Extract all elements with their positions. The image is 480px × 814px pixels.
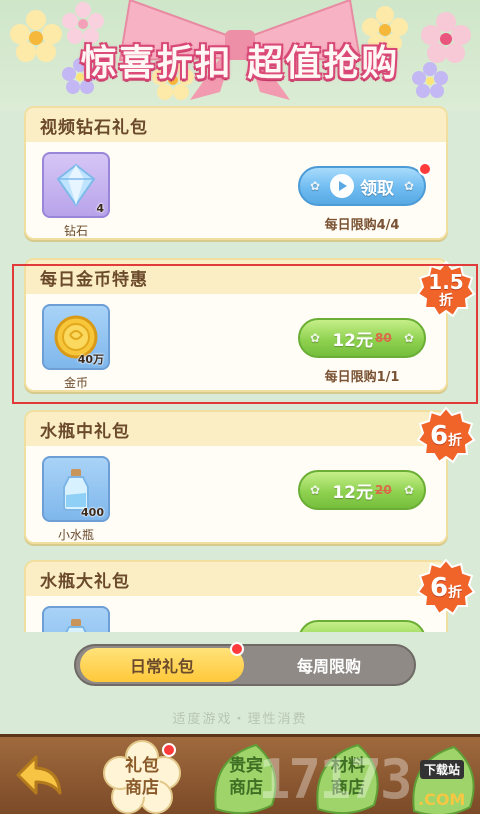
health-slogan: 适度游戏・理性消费 xyxy=(172,712,308,727)
discount-unit: 折 xyxy=(448,433,463,449)
claim-video-button[interactable]: ✿ 领取 ✿ xyxy=(298,166,426,206)
tab-weekly-limited[interactable]: 每周限购 xyxy=(246,648,412,682)
pack-title: 水瓶大礼包 xyxy=(26,562,446,596)
item-name: 金币 xyxy=(63,376,88,390)
diamond-icon xyxy=(56,163,96,207)
discount-unit: 折 xyxy=(439,293,453,309)
pack-card: 水瓶大礼包 xyxy=(24,560,448,632)
item-name: 小水瓶 xyxy=(57,528,94,542)
back-arrow-icon xyxy=(16,755,62,795)
pack-card: 水瓶中礼包 400 小水瓶 ✿ 12元 20 ✿ xyxy=(24,410,448,544)
item-name: 钻石 xyxy=(63,224,88,238)
buy-button[interactable]: ✿ 12元 20 ✿ xyxy=(298,470,426,510)
claim-button-label: 领取 xyxy=(360,178,394,199)
pack-card: 每日金币特惠 40万 金币 ✿ 12元 80 ✿ 每日限购1/1 xyxy=(24,258,448,392)
price-label: 12元 xyxy=(332,330,373,351)
pack-title: 每日金币特惠 xyxy=(26,260,446,294)
header-banner: 惊喜折扣 超值抢购 xyxy=(0,0,480,110)
flower-icon: ✿ xyxy=(310,483,321,497)
notification-dot xyxy=(418,162,432,176)
item-quantity: 4 xyxy=(96,202,104,215)
price-label: 12元 xyxy=(332,482,373,503)
flower-icon: ✿ xyxy=(403,331,414,345)
page-title: 惊喜折扣 超值抢购 xyxy=(80,43,400,84)
notification-dot xyxy=(162,743,176,757)
buy-button[interactable] xyxy=(298,620,426,632)
back-button[interactable] xyxy=(14,749,64,799)
item-quantity: 40万 xyxy=(77,353,104,366)
discount-value: 6 xyxy=(429,421,449,451)
flower-icon: ✿ xyxy=(310,331,321,345)
discount-value: 1.5 xyxy=(428,270,464,294)
pack-list[interactable]: 视频钻石礼包 4 钻石 ✿ 领取 ✿ 每日限购4/4 每日金币特惠 40万 金币… xyxy=(0,100,480,632)
pack-card: 视频钻石礼包 4 钻石 ✿ 领取 ✿ 每日限购4/4 xyxy=(24,106,448,240)
notification-dot xyxy=(230,642,244,656)
pack-title: 水瓶中礼包 xyxy=(26,412,446,446)
diamond-item[interactable]: 4 xyxy=(42,152,110,218)
play-icon xyxy=(330,174,354,198)
flower-icon: ✿ xyxy=(403,179,414,193)
discount-badge: 1.5 折 xyxy=(416,260,476,320)
discount-badge: 6 折 xyxy=(416,558,476,618)
discount-badge: 6 折 xyxy=(416,406,476,466)
site-watermark: 17173 xyxy=(258,748,413,811)
flower-icon: ✿ xyxy=(310,179,321,193)
original-price: 20 xyxy=(374,483,392,497)
nav-gift-shop[interactable]: 礼包 商店 xyxy=(102,739,182,814)
nav-label-line: 礼包 xyxy=(125,756,159,776)
watermark-domain: .COM xyxy=(418,790,466,809)
item-quantity: 400 xyxy=(81,506,104,519)
water-bottle-item[interactable] xyxy=(42,606,110,632)
original-price: 80 xyxy=(374,331,392,345)
water-bottle-item[interactable]: 400 xyxy=(42,456,110,522)
gold-coin-item[interactable]: 40万 xyxy=(42,304,110,370)
buy-button[interactable]: ✿ 12元 80 ✿ xyxy=(298,318,426,358)
purchase-limit: 每日限购1/1 xyxy=(324,370,400,385)
water-bottle-icon xyxy=(65,619,87,632)
flower-icon: ✿ xyxy=(403,483,414,497)
nav-label-line: 商店 xyxy=(125,778,159,798)
purchase-limit: 每日限购4/4 xyxy=(324,218,400,233)
discount-unit: 折 xyxy=(448,585,463,601)
tab-switcher: 日常礼包 每周限购 xyxy=(74,642,416,686)
tab-daily-packs[interactable]: 日常礼包 xyxy=(80,648,244,682)
watermark-download: 下载站 xyxy=(420,760,465,779)
discount-value: 6 xyxy=(429,573,449,603)
pack-title: 视频钻石礼包 xyxy=(26,108,446,142)
